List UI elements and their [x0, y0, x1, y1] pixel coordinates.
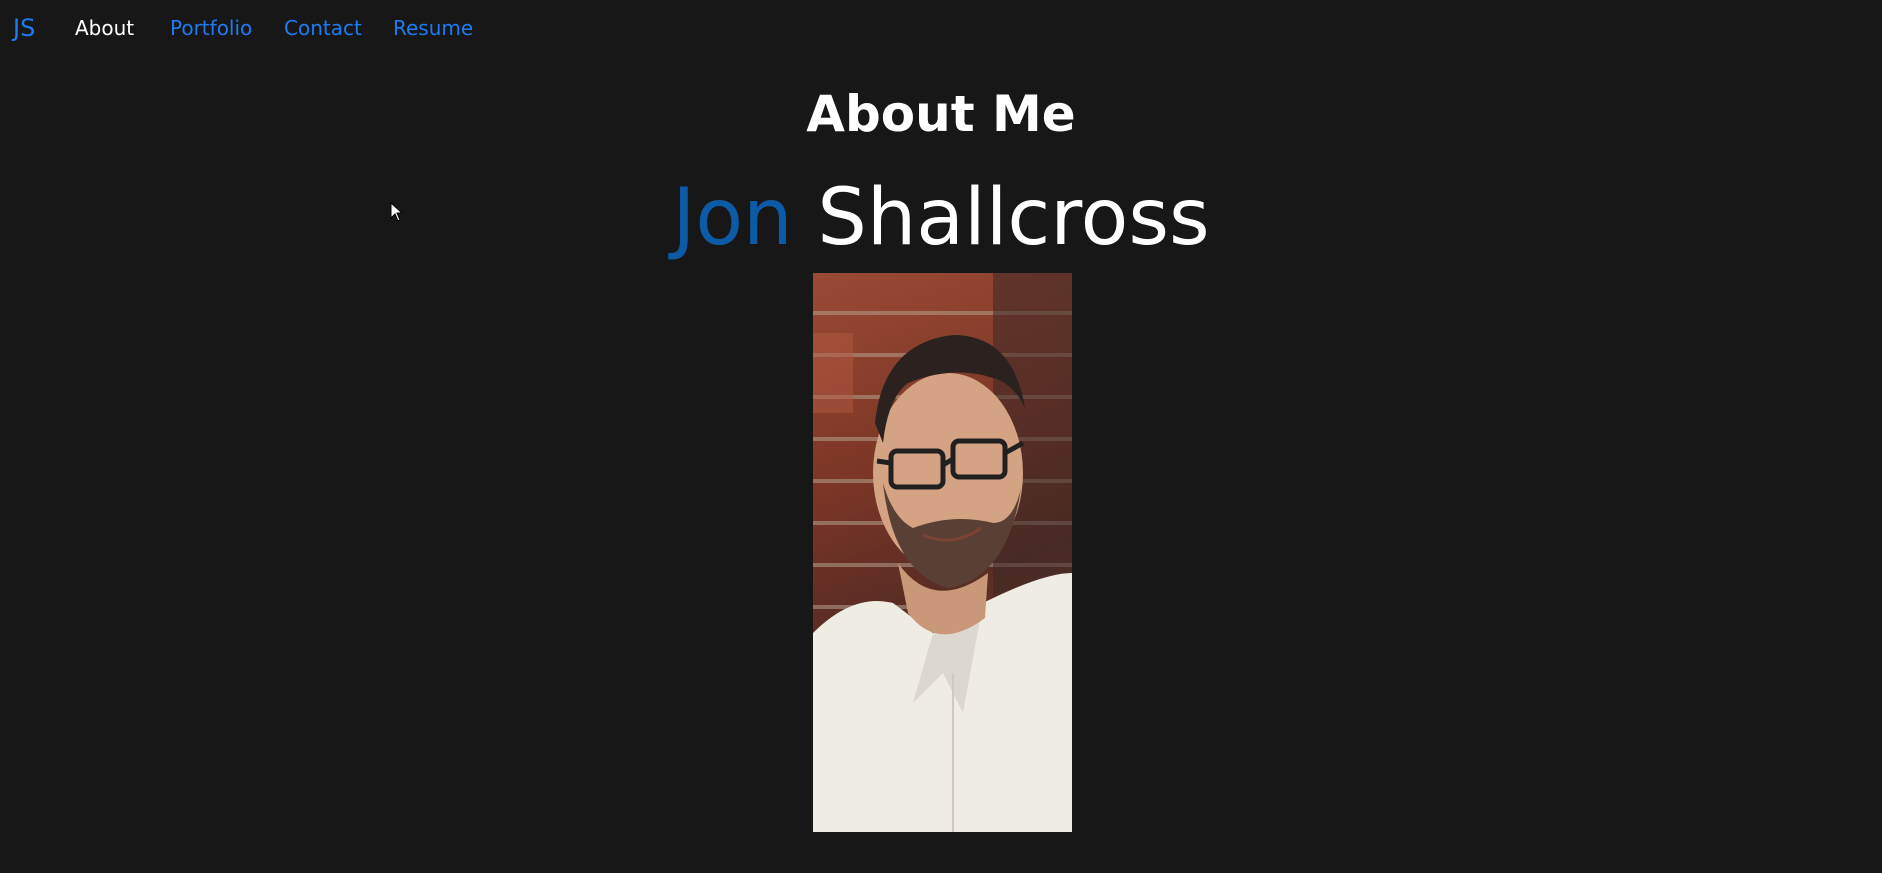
mouse-cursor-icon — [390, 202, 404, 222]
nav-link-resume[interactable]: Resume — [393, 14, 473, 42]
page: JS About Portfolio Contact Resume About … — [0, 0, 1882, 873]
profile-photo — [813, 273, 1072, 832]
nav-link-portfolio[interactable]: Portfolio — [170, 14, 252, 42]
first-name: Jon — [672, 173, 793, 263]
page-title: About Me — [806, 85, 1076, 143]
brand-link[interactable]: JS — [13, 12, 35, 44]
nav-link-about[interactable]: About — [75, 14, 134, 42]
nav-link-contact[interactable]: Contact — [284, 14, 362, 42]
last-name: Shallcross — [817, 173, 1210, 263]
navbar: JS About Portfolio Contact Resume — [0, 0, 1882, 56]
name-heading: Jon Shallcross — [0, 172, 1882, 264]
